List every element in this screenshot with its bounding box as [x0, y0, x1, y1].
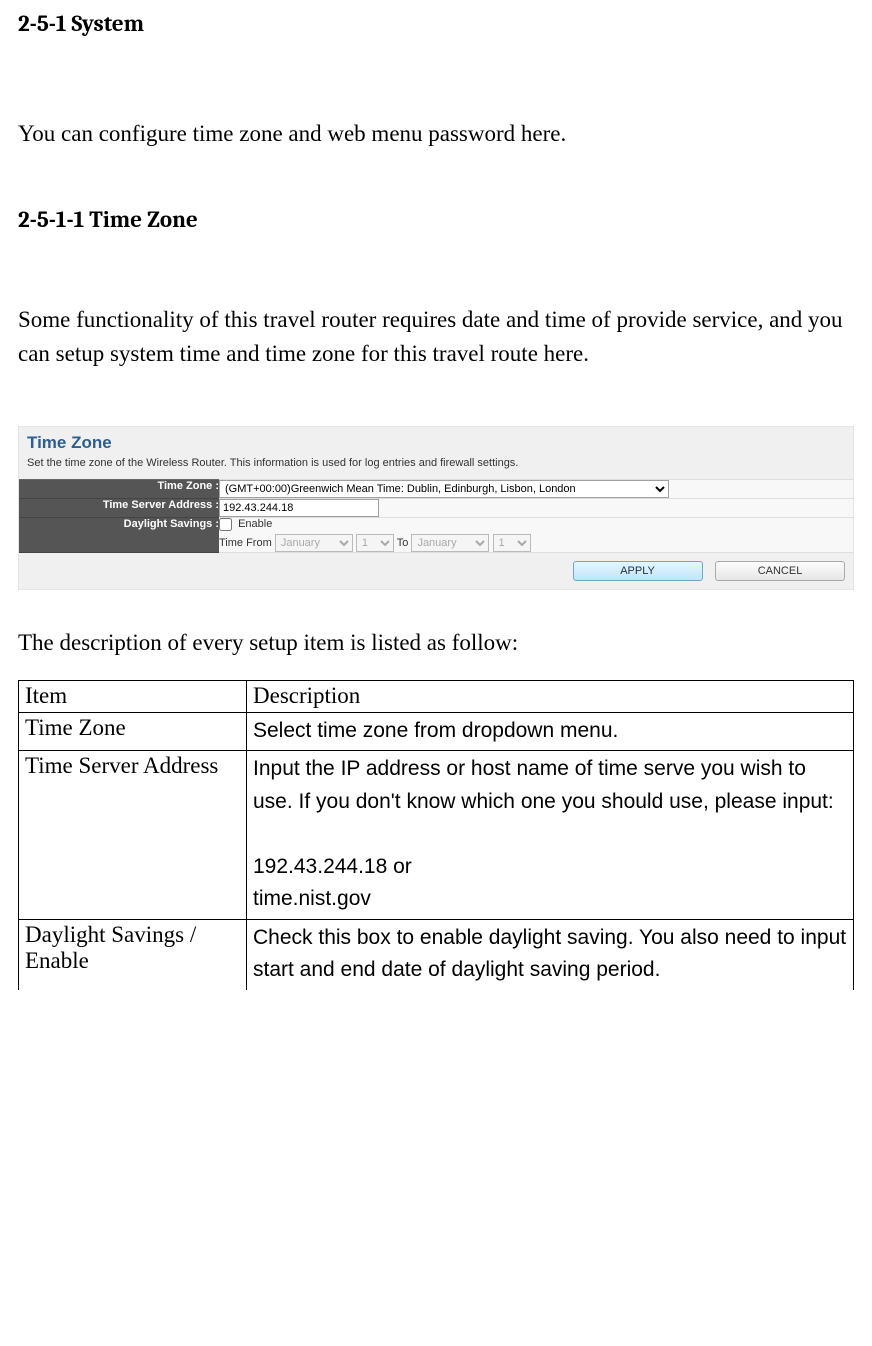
- subsection-heading: 2-5-1-1 Time Zone: [18, 206, 854, 233]
- table-header-description: Description: [247, 680, 854, 712]
- time-zone-select[interactable]: (GMT+00:00)Greenwich Mean Time: Dublin, …: [219, 480, 669, 498]
- panel-subtitle: Set the time zone of the Wireless Router…: [19, 457, 853, 479]
- dst-time-from-label: Time From: [219, 537, 272, 549]
- time-zone-panel: Time Zone Set the time zone of the Wirel…: [18, 426, 854, 590]
- time-zone-label: Time Zone :: [19, 479, 219, 498]
- panel-title: Time Zone: [19, 427, 853, 457]
- row-desc: Check this box to enable daylight saving…: [247, 919, 854, 990]
- description-table: Item Description Time Zone Select time z…: [18, 680, 854, 990]
- description-intro: The description of every setup item is l…: [18, 630, 854, 656]
- table-row: Time Zone Select time zone from dropdown…: [19, 712, 854, 751]
- row-desc: Select time zone from dropdown menu.: [247, 712, 854, 751]
- apply-button[interactable]: APPLY: [573, 561, 703, 581]
- dst-from-month-select[interactable]: January: [275, 534, 353, 552]
- section-heading: 2-5-1 System: [18, 10, 854, 37]
- row-item: Daylight Savings / Enable: [19, 919, 247, 990]
- time-server-label: Time Server Address :: [19, 498, 219, 517]
- row-desc: Input the IP address or host name of tim…: [247, 751, 854, 920]
- dst-enable-wrapper[interactable]: Enable: [219, 518, 272, 530]
- dst-to-month-select[interactable]: January: [411, 534, 489, 552]
- row-item: Time Server Address: [19, 751, 247, 920]
- cancel-button[interactable]: CANCEL: [715, 561, 845, 581]
- time-server-input[interactable]: [219, 499, 379, 517]
- dst-enable-checkbox[interactable]: [219, 518, 232, 531]
- table-header-item: Item: [19, 680, 247, 712]
- subsection-paragraph: Some functionality of this travel router…: [18, 303, 854, 372]
- intro-paragraph: You can configure time zone and web menu…: [18, 117, 854, 152]
- table-row: Daylight Savings / Enable Check this box…: [19, 919, 854, 990]
- dst-enable-text: Enable: [238, 518, 272, 530]
- dst-from-day-select[interactable]: 1: [356, 534, 394, 552]
- dst-to-label: To: [397, 537, 409, 549]
- daylight-savings-label: Daylight Savings :: [19, 517, 219, 552]
- row-item: Time Zone: [19, 712, 247, 751]
- table-row: Time Server Address Input the IP address…: [19, 751, 854, 920]
- dst-to-day-select[interactable]: 1: [493, 534, 531, 552]
